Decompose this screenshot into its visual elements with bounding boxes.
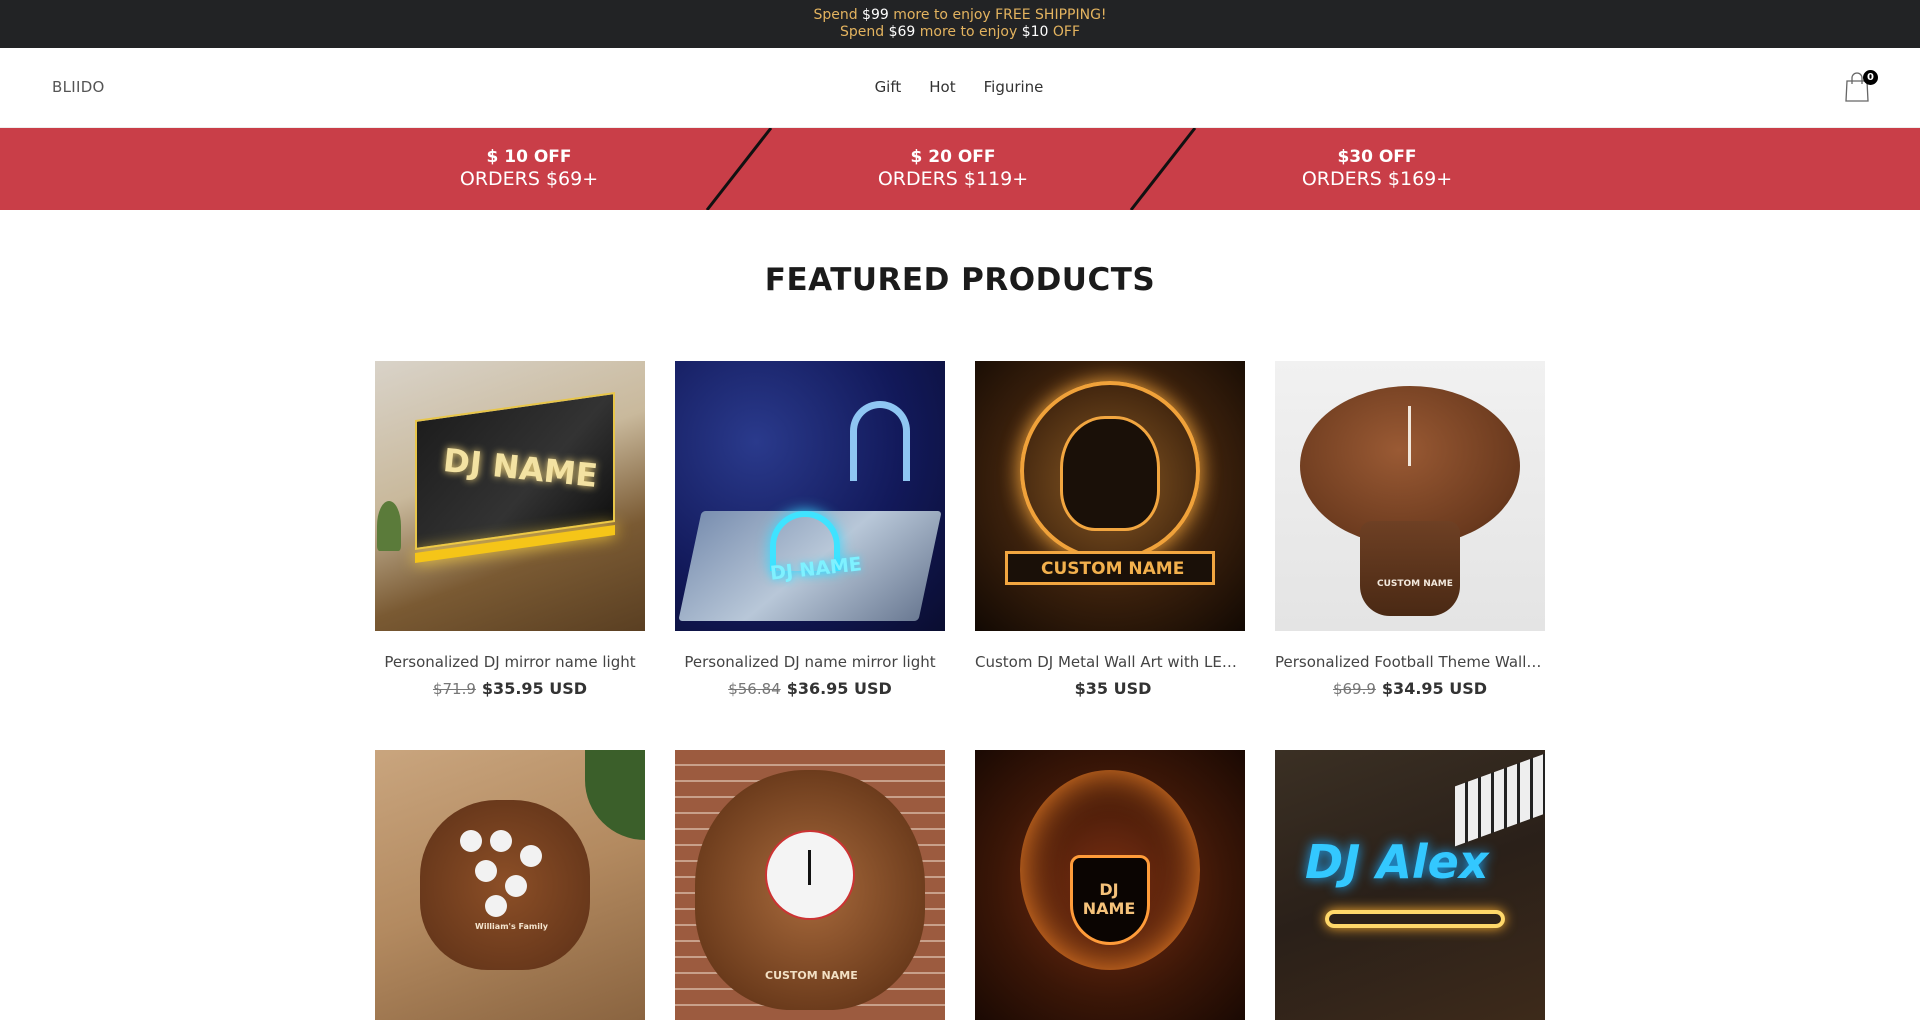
product-old-price: $71.9 xyxy=(432,680,476,698)
announcement-line-2: Spend $69 more to enjoy $10 OFF xyxy=(840,24,1080,41)
product-title[interactable]: Personalized Football Theme Wall Clock xyxy=(1275,653,1545,671)
promo-discount: $ 10 OFF xyxy=(486,147,572,167)
product-image[interactable]: DJ NAME xyxy=(975,750,1245,1020)
cart-count-badge: 0 xyxy=(1863,70,1878,85)
product-image-text: William's Family xyxy=(475,922,548,931)
section-title: FEATURED PRODUCTS xyxy=(764,262,1156,298)
product-card[interactable]: DJ NAME Personalized DJ mirror name ligh… xyxy=(375,361,645,698)
product-image[interactable]: CUSTOM NAME xyxy=(675,750,945,1020)
announcement-bar: Spend $99 more to enjoy FREE SHIPPING! S… xyxy=(0,0,1920,48)
promo-threshold: ORDERS $119+ xyxy=(877,168,1029,190)
product-image[interactable]: DJ Alex xyxy=(1275,750,1545,1020)
announcement-text: more to enjoy FREE SHIPPING! xyxy=(888,7,1107,23)
product-card[interactable]: DJ NAME Personalized DJ name mirror ligh… xyxy=(675,361,945,698)
product-image-text: CUSTOM NAME xyxy=(765,969,858,982)
main-nav: Gift Hot Figurine xyxy=(0,78,1920,96)
promo-item-2[interactable]: $ 20 OFF ORDERS $119+ xyxy=(803,146,1103,191)
product-card[interactable]: CUSTOM NAME Personalized Football Theme … xyxy=(1275,361,1545,698)
product-price: $34.95 USD xyxy=(1381,679,1488,698)
product-grid: DJ NAME Personalized DJ mirror name ligh… xyxy=(375,361,1545,1020)
announcement-amount: $99 xyxy=(862,7,889,23)
product-old-price: $56.84 xyxy=(728,680,781,698)
nav-item-gift[interactable]: Gift xyxy=(875,78,902,96)
nav-item-hot[interactable]: Hot xyxy=(929,78,955,96)
product-image[interactable]: CUSTOM NAME xyxy=(975,361,1245,631)
promo-threshold: ORDERS $169+ xyxy=(1301,168,1453,190)
announcement-text: more to enjoy xyxy=(915,24,1022,40)
product-card[interactable]: CUSTOM NAME xyxy=(675,750,945,1020)
product-image-text: CUSTOM NAME xyxy=(1041,559,1185,579)
product-card[interactable]: CUSTOM NAME Custom DJ Metal Wall Art wit… xyxy=(975,361,1245,698)
promo-item-3[interactable]: $30 OFF ORDERS $169+ xyxy=(1227,146,1527,191)
product-prices: $35 USD xyxy=(975,679,1245,698)
product-prices: $69.9 $34.95 USD xyxy=(1275,679,1545,698)
promo-discount: $ 20 OFF xyxy=(910,147,996,167)
announcement-line-1: Spend $99 more to enjoy FREE SHIPPING! xyxy=(813,7,1106,24)
promo-discount: $30 OFF xyxy=(1337,147,1417,167)
product-image[interactable]: DJ NAME xyxy=(375,361,645,631)
announcement-text: OFF xyxy=(1048,24,1080,40)
product-title[interactable]: Personalized DJ name mirror light xyxy=(675,653,945,671)
product-price: $35.95 USD xyxy=(481,679,588,698)
product-card[interactable]: DJ NAME xyxy=(975,750,1245,1020)
product-prices: $71.9 $35.95 USD xyxy=(375,679,645,698)
product-card[interactable]: DJ Alex xyxy=(1275,750,1545,1020)
product-title[interactable]: Custom DJ Metal Wall Art with LED Light xyxy=(975,653,1245,671)
product-image[interactable]: DJ NAME xyxy=(675,361,945,631)
product-image-text: CUSTOM NAME xyxy=(1377,579,1453,589)
announcement-text: Spend xyxy=(813,7,863,23)
promo-threshold: ORDERS $69+ xyxy=(459,168,599,190)
product-old-price: $69.9 xyxy=(1332,680,1376,698)
promo-item-1[interactable]: $ 10 OFF ORDERS $69+ xyxy=(379,146,679,191)
product-image[interactable]: CUSTOM NAME xyxy=(1275,361,1545,631)
promo-banner: $ 10 OFF ORDERS $69+ $ 20 OFF ORDERS $11… xyxy=(0,128,1920,210)
site-header: BLIIDO Gift Hot Figurine 0 xyxy=(0,48,1920,128)
nav-item-figurine[interactable]: Figurine xyxy=(984,78,1044,96)
product-image-text: DJ NAME xyxy=(1082,880,1136,918)
product-title[interactable]: Personalized DJ mirror name light xyxy=(375,653,645,671)
product-image[interactable]: William's Family xyxy=(375,750,645,1020)
announcement-text: Spend xyxy=(839,24,889,40)
announcement-discount: $10 xyxy=(1021,24,1049,40)
product-price: $36.95 USD xyxy=(786,679,892,698)
product-price: $35 USD xyxy=(1074,679,1152,698)
product-card[interactable]: William's Family xyxy=(375,750,645,1020)
product-prices: $56.84 $36.95 USD xyxy=(675,679,945,698)
announcement-amount: $69 xyxy=(888,24,916,40)
cart-button[interactable]: 0 xyxy=(1844,70,1878,102)
